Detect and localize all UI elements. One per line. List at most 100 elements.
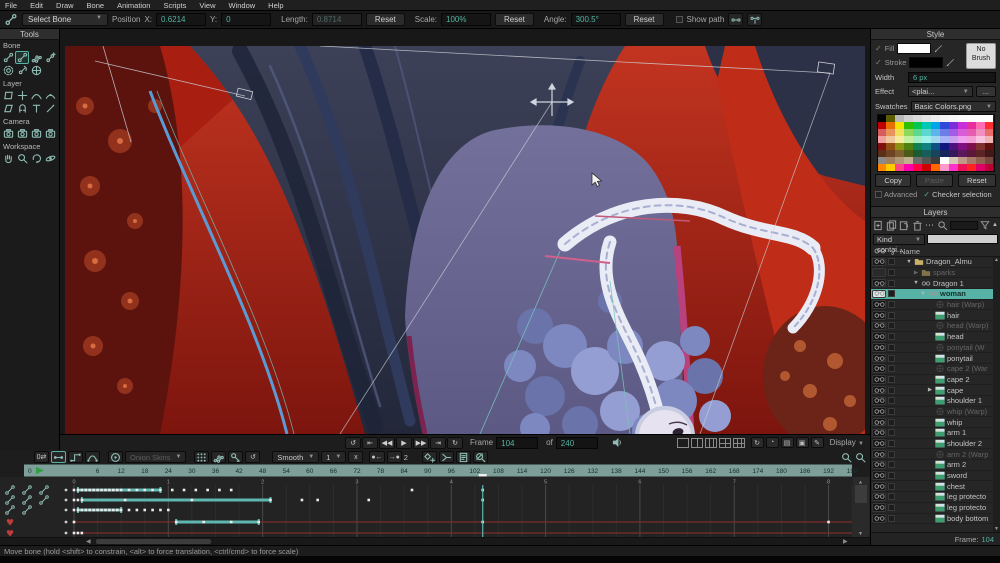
show-path-checkbox[interactable] (676, 16, 683, 23)
swatch-cell[interactable] (913, 150, 922, 157)
swatch-cell[interactable] (878, 136, 887, 143)
swatch-cell[interactable] (922, 150, 931, 157)
swatch-cell[interactable] (922, 122, 931, 129)
expand-down-icon[interactable]: ▼ (906, 259, 912, 265)
swatch-cell[interactable] (985, 164, 994, 171)
layer-visibility-icon[interactable] (872, 514, 886, 523)
layer-row-head-warp-[interactable]: head (Warp) (871, 321, 1000, 332)
layer-checkbox[interactable] (888, 461, 895, 468)
display-dropdown[interactable]: Display ▼ (830, 438, 864, 447)
layer-checkbox[interactable] (888, 258, 895, 265)
swatch-cell[interactable] (985, 136, 994, 143)
effect-dropdown[interactable]: <plai...▼ (908, 86, 973, 97)
swatch-cell[interactable] (886, 143, 895, 150)
layer-row-whip-warp-[interactable]: whip (Warp) (871, 407, 1000, 418)
layer-visibility-icon[interactable] (872, 290, 886, 299)
bone-option-1-icon[interactable] (728, 13, 743, 26)
swatch-cell[interactable] (922, 143, 931, 150)
jump-end-button[interactable]: ⇥ (430, 437, 446, 449)
swatch-cell[interactable] (895, 164, 904, 171)
swatch-cell[interactable] (886, 136, 895, 143)
split-3-view-icon[interactable] (705, 438, 717, 448)
layer-row-ponytail-w[interactable]: ponytail (W (871, 343, 1000, 354)
layer-visibility-icon[interactable] (872, 429, 886, 438)
reset-style-button[interactable]: Reset (958, 174, 996, 187)
swatch-cell[interactable] (949, 157, 958, 164)
layer-more-icon[interactable]: ⋯ (925, 220, 935, 231)
layer-checkbox[interactable] (888, 429, 895, 436)
swatch-cell[interactable] (958, 129, 967, 136)
layer-checkbox[interactable] (888, 493, 895, 500)
swatch-cell[interactable] (958, 143, 967, 150)
menu-item-file[interactable]: File (5, 1, 17, 10)
text-tool[interactable] (29, 102, 43, 115)
stroke-pencil-icon[interactable] (946, 58, 955, 67)
checker-selection-checkbox[interactable]: ✓ (923, 190, 930, 199)
transform-layer-tool[interactable] (1, 89, 15, 102)
interp-curve-icon[interactable] (85, 451, 100, 463)
swatch-cell[interactable] (878, 150, 887, 157)
menu-item-draw[interactable]: Draw (56, 1, 74, 10)
swatch-cell[interactable] (958, 115, 967, 122)
swatch-cell[interactable] (904, 129, 913, 136)
swatch-cell[interactable] (958, 157, 967, 164)
layer-checkbox[interactable] (888, 333, 895, 340)
angle-field[interactable]: 300.5° (571, 13, 621, 26)
swatch-cell[interactable] (913, 129, 922, 136)
hscroll-left-arrow[interactable]: ◀ (86, 538, 91, 546)
stroke-color-swatch[interactable] (909, 57, 943, 68)
swatch-cell[interactable] (886, 115, 895, 122)
interp-mode-dropdown[interactable]: Smooth▼ (272, 451, 319, 463)
swatch-cell[interactable] (904, 157, 913, 164)
kind-filter-dropdown[interactable]: Kind contai...▼ (873, 234, 925, 245)
swatch-cell[interactable] (922, 115, 931, 122)
swatch-cell[interactable] (967, 150, 976, 157)
reparent-bone-tool[interactable] (29, 51, 43, 64)
timeline-hscrollbar[interactable]: ◀ ▶ (0, 537, 870, 545)
layer-filter-icon[interactable] (980, 220, 990, 230)
bone-channels-icon[interactable] (211, 451, 226, 463)
layer-row-sparks[interactable]: ▶sparks (871, 268, 1000, 279)
swatch-cell[interactable] (878, 122, 887, 129)
layer-checkbox[interactable] (888, 376, 895, 383)
expand-down-icon[interactable]: ▼ (920, 291, 926, 297)
layer-checkbox[interactable] (888, 515, 895, 522)
layer-checkbox[interactable] (888, 419, 895, 426)
swatch-cell[interactable] (878, 129, 887, 136)
layer-row-woman[interactable]: ▼woman (871, 289, 1000, 300)
layer-visibility-icon[interactable] (872, 439, 886, 448)
swatch-cell[interactable] (967, 164, 976, 171)
swatch-cell[interactable] (895, 150, 904, 157)
swatch-cell[interactable] (949, 136, 958, 143)
menu-item-edit[interactable]: Edit (30, 1, 43, 10)
swatch-cell[interactable] (878, 115, 887, 122)
swatch-cell[interactable] (931, 122, 940, 129)
fill-color-swatch[interactable] (897, 43, 931, 54)
grid-4-view-icon[interactable] (719, 438, 731, 448)
swatch-cell[interactable] (904, 136, 913, 143)
layer-visibility-icon[interactable] (872, 354, 886, 363)
swatch-cell[interactable] (886, 129, 895, 136)
layer-row-cape[interactable]: ▶cape (871, 385, 1000, 396)
bone-strength-tool[interactable] (1, 64, 15, 77)
layer-row-leg-protecto[interactable]: leg protecto (871, 492, 1000, 503)
layer-row-ponytail[interactable]: ponytail (871, 353, 1000, 364)
layer-visibility-icon[interactable] (872, 343, 886, 352)
layer-row-leg-protecto[interactable]: leg protecto (871, 503, 1000, 514)
layer-row-sword[interactable]: sword (871, 471, 1000, 482)
swatch-cell[interactable] (967, 122, 976, 129)
layer-checkbox[interactable] (888, 451, 895, 458)
snap-keys-icon[interactable] (439, 451, 454, 463)
curvature-tool[interactable] (43, 89, 57, 102)
audio-mute-icon[interactable] (612, 437, 623, 448)
timeline-zoom-in-icon[interactable] (855, 452, 866, 463)
nudge-left-icon[interactable]: ●← (369, 451, 384, 463)
swatch-cell[interactable] (931, 150, 940, 157)
interp-step-icon[interactable] (68, 451, 83, 463)
swatch-cell[interactable] (985, 115, 994, 122)
fill-pencil-icon[interactable] (934, 44, 943, 53)
layer-visibility-icon[interactable] (872, 258, 886, 267)
stopwatch-icon[interactable]: ◔ (766, 437, 779, 448)
new-layer-icon[interactable] (873, 220, 884, 231)
fill-checkbox[interactable]: ✓ (875, 44, 882, 53)
